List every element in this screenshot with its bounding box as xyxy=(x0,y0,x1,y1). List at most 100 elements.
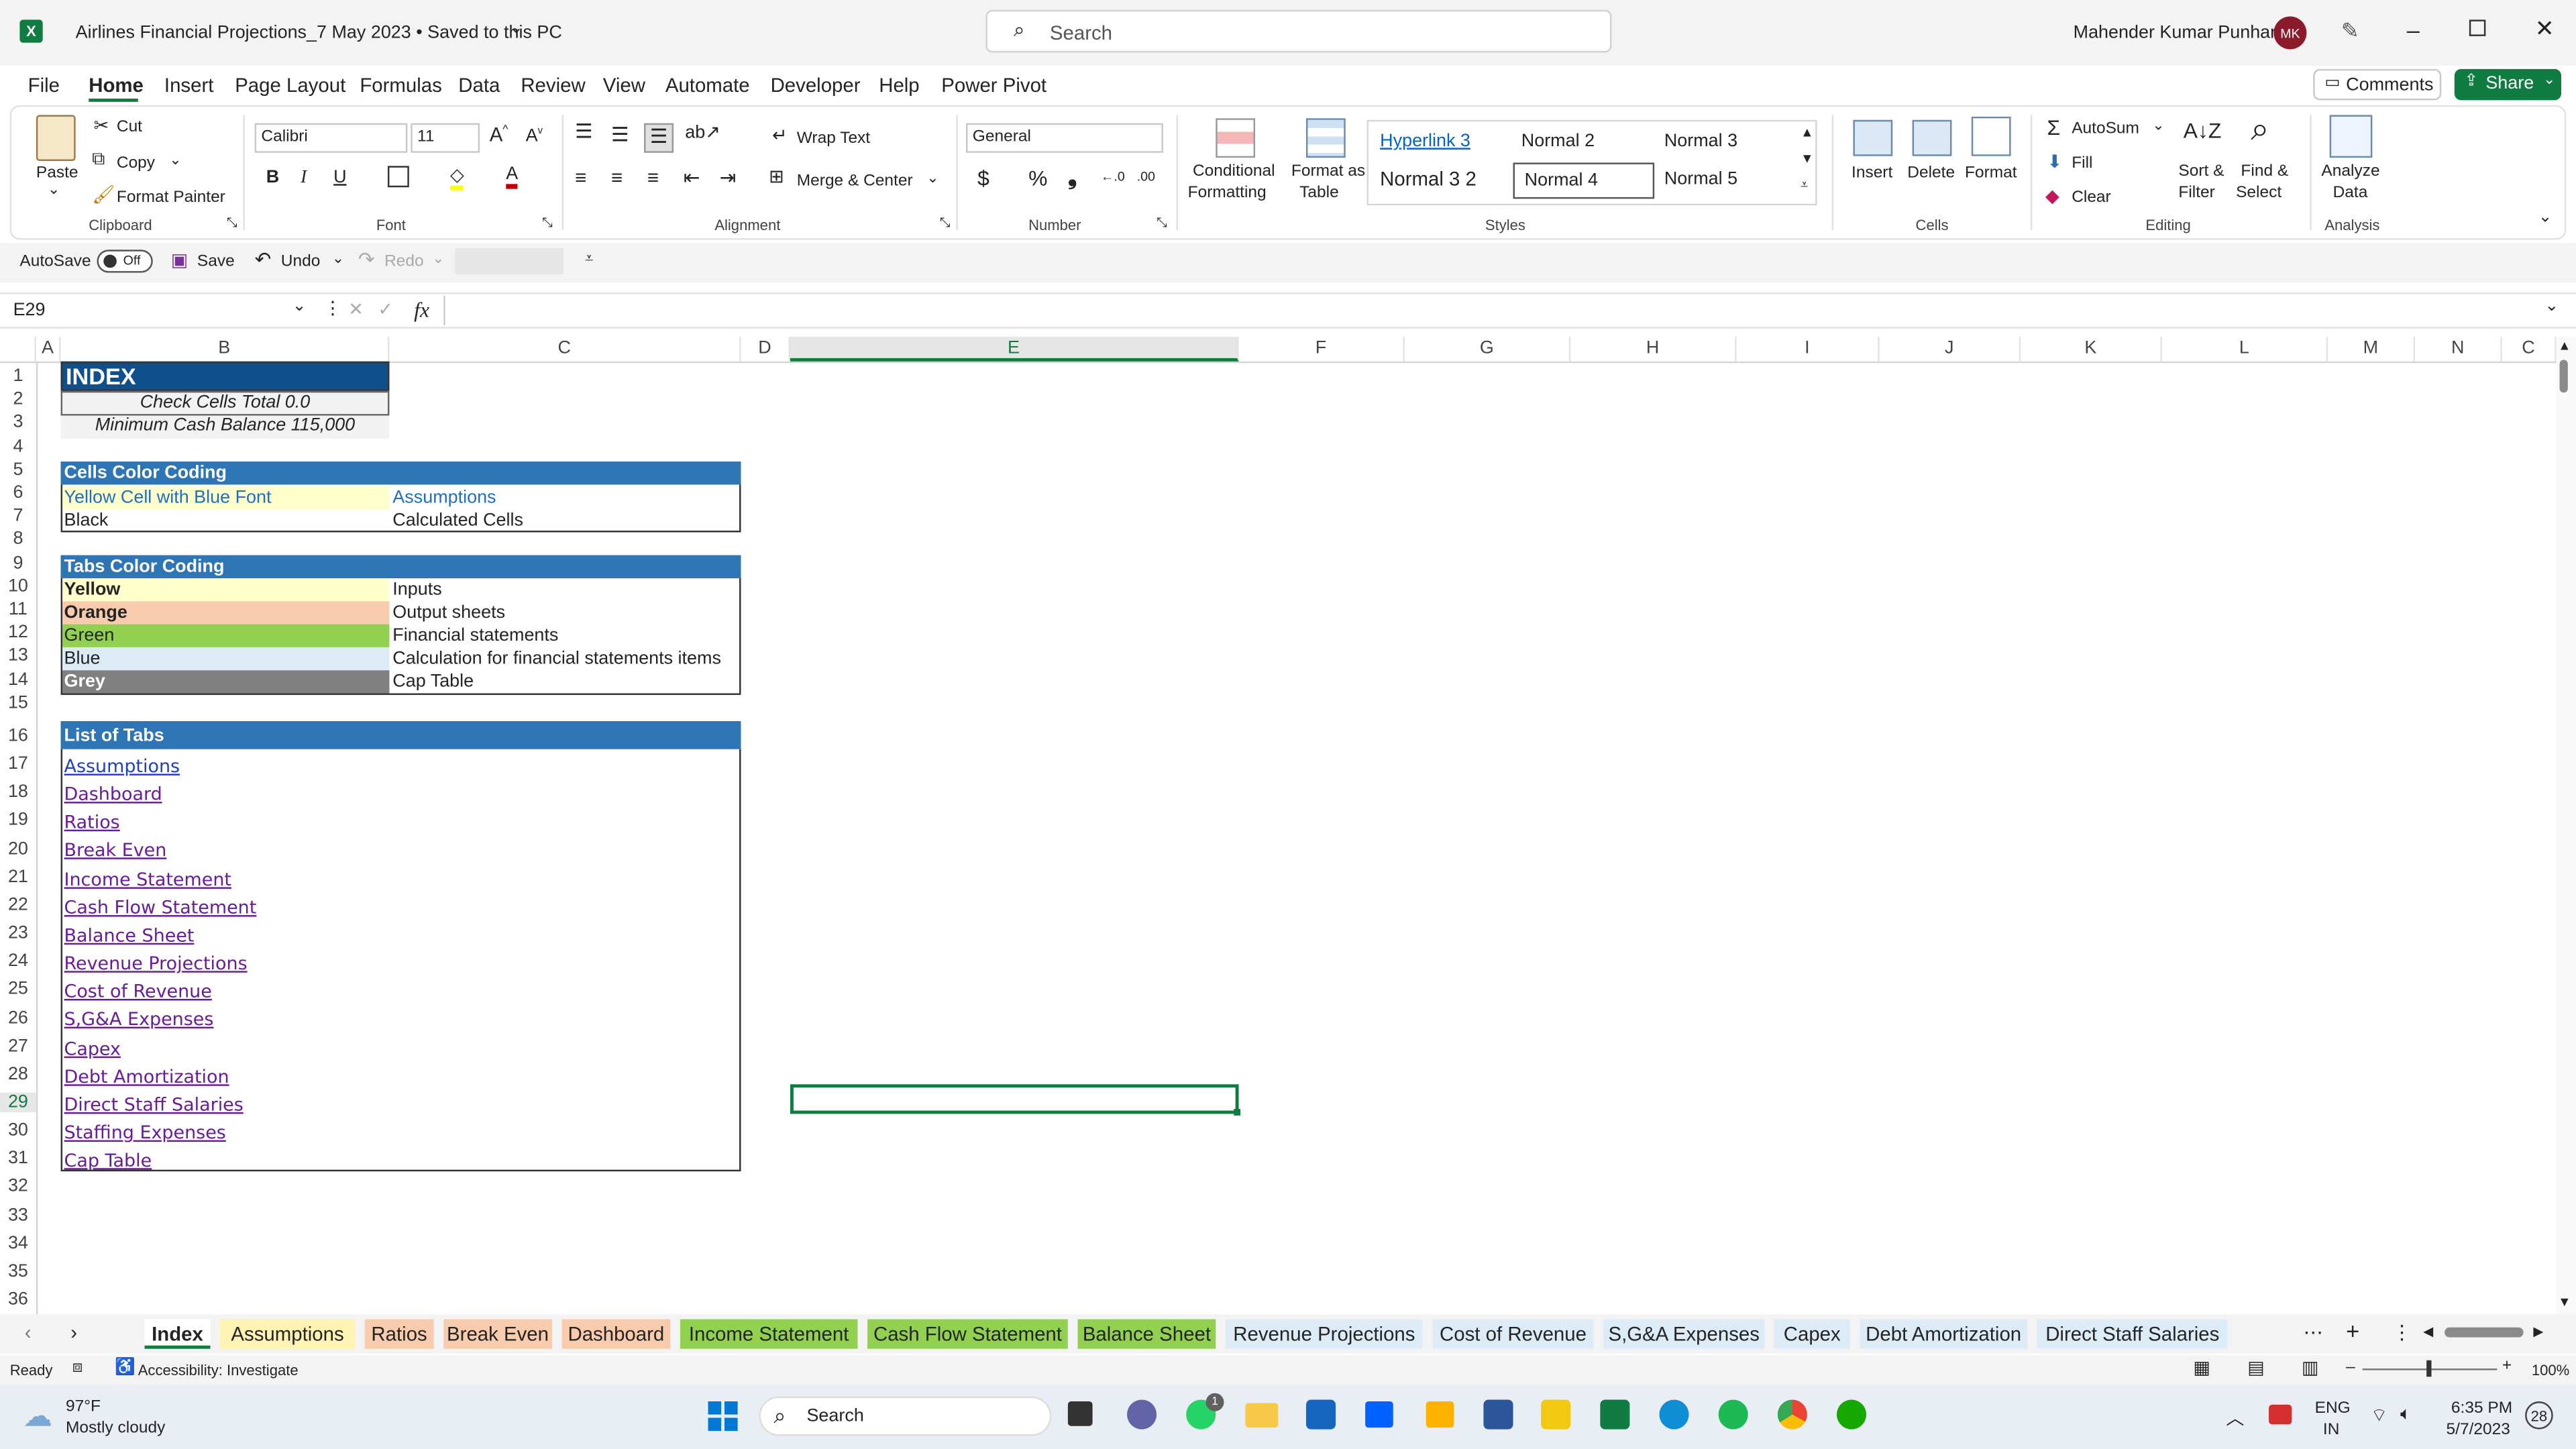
wifi-icon[interactable]: ⌔ xyxy=(2371,1405,2387,1428)
analyze-data-button[interactable]: Analyze xyxy=(2321,162,2379,180)
style-hyperlink-3[interactable]: Hyperlink 3 xyxy=(1370,125,1511,158)
row-header[interactable]: 11 xyxy=(0,600,36,619)
tab-color-meaning[interactable]: Financial statements xyxy=(392,626,558,647)
comma-icon[interactable]: ❟ xyxy=(1068,162,1077,191)
tab-color-name[interactable]: Blue xyxy=(64,649,101,670)
save-button[interactable]: Save xyxy=(197,253,235,271)
align-top-icon[interactable]: ☰ xyxy=(575,120,592,143)
language-eng[interactable]: ENG xyxy=(2315,1400,2351,1418)
row-header[interactable]: 34 xyxy=(0,1233,36,1252)
row-header[interactable]: 22 xyxy=(0,895,36,914)
conditional-formatting-button[interactable]: Conditional xyxy=(1193,162,1275,180)
app-icon[interactable] xyxy=(1426,1401,1454,1428)
clock-date[interactable]: 5/7/2023 xyxy=(2447,1421,2510,1439)
chevron-down-icon[interactable]: ⌄ xyxy=(509,19,523,38)
tab-formulas[interactable]: Formulas xyxy=(360,74,441,97)
row-header[interactable]: 10 xyxy=(0,576,36,596)
more-sheets-icon[interactable]: ⋯ xyxy=(2303,1321,2322,1344)
tab-color-name[interactable]: Grey xyxy=(64,672,105,694)
sheet-tab[interactable]: Direct Staff Salaries xyxy=(2037,1319,2228,1349)
zoom-in-icon[interactable]: + xyxy=(2502,1357,2512,1375)
sheet-link[interactable]: Cost of Revenue xyxy=(64,981,212,1003)
expand-formula-icon[interactable]: ⌄ xyxy=(2545,297,2559,315)
paste-button[interactable]: Paste xyxy=(36,164,78,182)
list-of-tabs-header[interactable]: List of Tabs xyxy=(64,726,164,747)
merge-center-button[interactable]: Merge & Center xyxy=(797,172,913,191)
sheet-link[interactable]: Balance Sheet xyxy=(64,925,195,947)
taskbar-search[interactable]: ⌕ Search xyxy=(759,1396,1052,1436)
row-header[interactable]: 29 xyxy=(0,1092,36,1112)
vertical-scrollbar[interactable] xyxy=(2556,337,2576,1315)
align-left-icon[interactable]: ≡ xyxy=(575,166,586,189)
prev-sheet-icon[interactable]: ‹ xyxy=(25,1321,32,1344)
row-header[interactable]: 36 xyxy=(0,1289,36,1309)
chevron-down-icon[interactable]: ⌄ xyxy=(169,151,181,169)
row-header[interactable]: 33 xyxy=(0,1205,36,1224)
dialog-launcher-icon[interactable]: ⤡ xyxy=(1157,215,1167,231)
sheet-link[interactable]: Staffing Expenses xyxy=(64,1122,226,1144)
sheet-tab[interactable]: Dashboard xyxy=(561,1319,671,1349)
calculated-cells-label[interactable]: Calculated Cells xyxy=(392,511,523,533)
currency-icon[interactable]: $ xyxy=(977,166,989,191)
macro-record-icon[interactable]: ⧈ xyxy=(72,1358,83,1377)
teams-icon[interactable] xyxy=(1127,1399,1157,1430)
file-explorer-icon[interactable] xyxy=(1245,1403,1279,1428)
row-header[interactable]: 13 xyxy=(0,646,36,665)
column-header[interactable]: K xyxy=(2021,337,2162,362)
dropbox-icon[interactable] xyxy=(1365,1401,1393,1428)
format-as-table-button[interactable]: Format as xyxy=(1291,162,1365,180)
row-header[interactable]: 6 xyxy=(0,483,36,502)
tab-color-meaning[interactable]: Calculation for financial statements ite… xyxy=(392,649,721,670)
tab-color-name[interactable]: Yellow xyxy=(64,580,121,601)
store-icon[interactable] xyxy=(1483,1399,1513,1430)
index-title[interactable]: INDEX xyxy=(66,364,136,390)
hscroll-left-icon[interactable]: ◀ xyxy=(2423,1324,2433,1339)
sheet-tab[interactable]: Cash Flow Statement xyxy=(867,1319,1068,1349)
dialog-launcher-icon[interactable]: ⤡ xyxy=(227,215,237,231)
chevron-down-icon[interactable]: ⌄ xyxy=(2152,117,2164,135)
gallery-up-icon[interactable]: ▲ xyxy=(1801,125,1813,140)
function-icon[interactable]: fx xyxy=(414,297,429,323)
tab-color-meaning[interactable]: Cap Table xyxy=(392,672,474,694)
sheet-link[interactable]: Direct Staff Salaries xyxy=(64,1094,244,1116)
row-header[interactable]: 27 xyxy=(0,1036,36,1055)
yellow-cell-label[interactable]: Yellow Cell with Blue Font xyxy=(64,488,272,509)
autosum-button[interactable]: AutoSum xyxy=(2072,120,2139,138)
row-header[interactable]: 20 xyxy=(0,839,36,858)
check-cells-total[interactable]: Check Cells Total 0.0 xyxy=(61,392,390,414)
column-header[interactable]: L xyxy=(2162,337,2328,362)
sheet-link[interactable]: Assumptions xyxy=(64,756,180,777)
tab-insert[interactable]: Insert xyxy=(164,74,214,97)
scrollbar-thumb[interactable] xyxy=(2559,360,2568,393)
app-icon[interactable] xyxy=(1305,1399,1336,1430)
format-painter-button[interactable]: Format Painter xyxy=(117,189,225,207)
options-icon[interactable]: ⋮ xyxy=(2392,1321,2412,1344)
sort-filter-button[interactable]: Sort & xyxy=(2178,162,2224,180)
row-header[interactable]: 32 xyxy=(0,1177,36,1196)
sheet-link[interactable]: Debt Amortization xyxy=(64,1066,229,1087)
column-header[interactable]: E xyxy=(790,337,1239,362)
clock-time[interactable]: 6:35 PM xyxy=(2451,1400,2512,1418)
gallery-down-icon[interactable]: ▼ xyxy=(1801,151,1813,166)
redo-button[interactable]: Redo xyxy=(384,253,424,271)
row-header[interactable]: 1 xyxy=(0,366,36,386)
cells-color-coding-header[interactable]: Cells Color Coding xyxy=(64,464,227,485)
borders-icon[interactable] xyxy=(387,166,409,188)
row-header[interactable]: 7 xyxy=(0,506,36,526)
bold-icon[interactable]: B xyxy=(266,168,279,187)
sheet-tab[interactable]: Revenue Projections xyxy=(1225,1319,1423,1349)
column-header[interactable]: M xyxy=(2328,337,2416,362)
task-view-icon[interactable] xyxy=(1067,1401,1093,1426)
orientation-icon[interactable]: ab↗ xyxy=(685,121,720,143)
decrease-decimal-icon[interactable]: .00 xyxy=(1137,169,1155,184)
language-in[interactable]: IN xyxy=(2323,1421,2339,1439)
align-middle-icon[interactable]: ☰ xyxy=(611,123,629,146)
collapse-ribbon-icon[interactable]: ⌄ xyxy=(2538,209,2553,227)
row-header[interactable]: 26 xyxy=(0,1008,36,1027)
cut-button[interactable]: Cut xyxy=(117,118,142,136)
column-header[interactable]: C xyxy=(2502,337,2557,362)
underline-icon[interactable]: U xyxy=(333,168,346,187)
style-normal-2[interactable]: Normal 2 xyxy=(1511,125,1653,158)
align-center-icon[interactable]: ≡ xyxy=(611,166,623,189)
sheet-tab[interactable]: Ratios xyxy=(364,1319,434,1349)
